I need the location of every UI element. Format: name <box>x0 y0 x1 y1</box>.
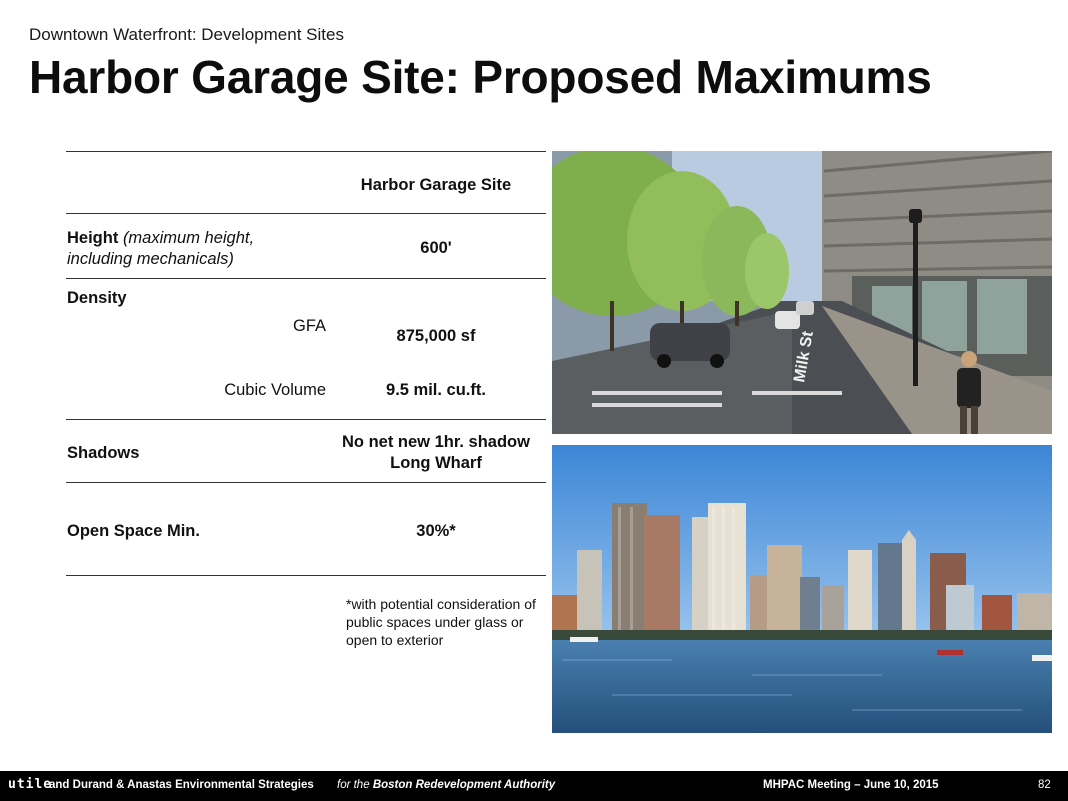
open-space-value: 30%* <box>416 522 456 540</box>
height-label: Height (maximum height, including mechan… <box>67 228 337 270</box>
shadows-value-line2: Long Wharf <box>390 454 482 472</box>
table-rule <box>66 213 546 214</box>
street-photo: Milk St <box>552 151 1052 434</box>
table-rule <box>66 278 546 279</box>
skyline-photo <box>552 445 1052 733</box>
density-label: Density <box>67 289 127 307</box>
slide-subtitle: Downtown Waterfront: Development Sites <box>29 25 344 44</box>
footer-for-org: Boston Redevelopment Authority <box>372 779 556 791</box>
table-rule <box>66 419 546 420</box>
volume-label: Cubic Volume <box>224 381 326 399</box>
shadows-label: Shadows <box>67 444 140 462</box>
table-rule-bottom <box>66 575 546 576</box>
footer-partners: and Durand & Anastas Environmental Strat… <box>49 779 314 791</box>
height-label-note-2: including mechanicals) <box>67 250 234 268</box>
footnote: *with potential consideration of public … <box>346 596 536 648</box>
shadows-value: No net new 1hr. shadow Long Wharf <box>330 432 542 474</box>
footer-bar: utile and Durand & Anastas Environmental… <box>0 771 1068 801</box>
footer-for-prefix: for the <box>337 779 370 791</box>
column-header: Harbor Garage Site <box>360 176 512 194</box>
page-number: 82 <box>1038 779 1051 791</box>
gfa-label: GFA <box>292 317 326 335</box>
footer-brand: utile <box>8 777 53 792</box>
slide-title: Harbor Garage Site: Proposed Maximums <box>29 51 932 103</box>
footer-meeting: MHPAC Meeting – June 10, 2015 <box>763 779 939 791</box>
shadows-value-line1: No net new 1hr. shadow <box>342 433 530 451</box>
open-space-label: Open Space Min. <box>67 522 200 540</box>
height-label-text: Height <box>67 229 119 247</box>
footer-for: for the Boston Redevelopment Authority <box>337 779 555 791</box>
height-value: 600' <box>420 239 452 257</box>
gfa-value: 875,000 sf <box>396 327 476 345</box>
height-label-note: (maximum height, <box>122 229 255 247</box>
table-rule <box>66 482 546 483</box>
table-rule-top <box>66 151 546 152</box>
volume-value: 9.5 mil. cu.ft. <box>386 381 486 399</box>
